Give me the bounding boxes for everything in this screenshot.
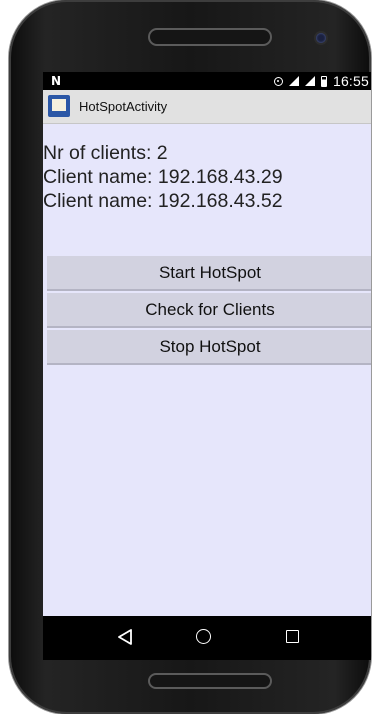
client-name-row: Client name: 192.168.43.52 xyxy=(43,190,283,212)
recent-apps-icon[interactable] xyxy=(286,630,299,643)
top-speaker xyxy=(148,28,272,46)
front-camera xyxy=(316,33,326,43)
page-title: HotSpotActivity xyxy=(79,99,168,114)
status-icons: 16:55 xyxy=(273,73,369,89)
signal-icon xyxy=(304,76,315,86)
hotspot-icon xyxy=(273,76,283,86)
screen: N 16:55 HotSpotActivity Nr of clients: 2… xyxy=(43,72,371,660)
signal-icon xyxy=(288,76,299,86)
app-icon xyxy=(48,95,70,117)
phone-frame: N 16:55 HotSpotActivity Nr of clients: 2… xyxy=(9,0,371,714)
clients-count: Nr of clients: 2 xyxy=(43,142,168,164)
stop-hotspot-button[interactable]: Stop HotSpot xyxy=(47,330,371,365)
status-bar: N 16:55 xyxy=(43,72,371,90)
bottom-speaker xyxy=(148,673,272,689)
navigation-bar xyxy=(43,616,371,660)
check-clients-button[interactable]: Check for Clients xyxy=(47,293,371,328)
client-name-row: Client name: 192.168.43.29 xyxy=(43,166,283,188)
home-icon[interactable] xyxy=(196,629,211,644)
back-icon[interactable] xyxy=(116,628,134,646)
battery-icon xyxy=(320,75,327,87)
status-clock: 16:55 xyxy=(332,73,369,89)
notification-icon: N xyxy=(51,74,62,88)
main-content: Nr of clients: 2 Client name: 192.168.43… xyxy=(43,124,371,616)
action-bar: HotSpotActivity xyxy=(43,90,371,124)
start-hotspot-button[interactable]: Start HotSpot xyxy=(47,256,371,291)
